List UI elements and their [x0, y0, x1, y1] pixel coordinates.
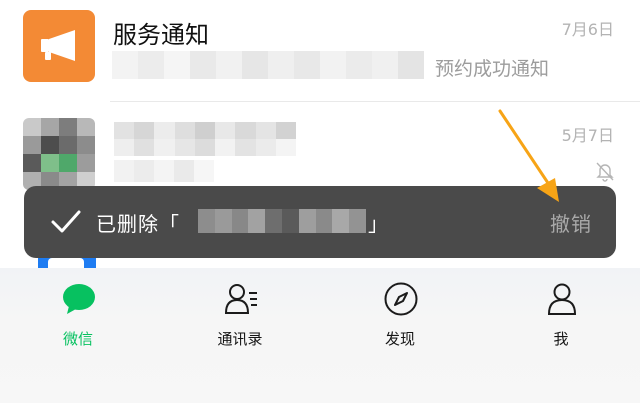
person-icon — [547, 283, 577, 315]
chat-row-service-notice[interactable]: 服务通知 7月6日 预约成功通知 — [0, 0, 640, 100]
undo-button[interactable]: 撤销 — [550, 208, 592, 237]
avatar — [23, 10, 95, 82]
tab-label: 通讯录 — [217, 330, 263, 348]
compass-icon — [384, 282, 418, 316]
tab-discover[interactable]: 发现 — [345, 282, 455, 352]
checkmark-icon — [51, 210, 81, 233]
tab-label: 发现 — [384, 330, 415, 348]
blurred-chat-name — [198, 209, 366, 233]
chat-title: 服务通知 — [113, 21, 209, 49]
chat-preview: 预约成功通知 — [435, 58, 550, 80]
chat-date: 7月6日 — [561, 20, 614, 39]
toast-message-end: 」 — [368, 212, 388, 236]
blurred-preview — [114, 160, 214, 182]
toast-message: 已删除「 — [96, 212, 180, 236]
tab-label: 微信 — [62, 330, 93, 348]
blurred-title — [114, 122, 296, 156]
tab-me[interactable]: 我 — [506, 282, 616, 352]
chat-bubble-icon — [63, 284, 95, 314]
divider — [110, 101, 640, 102]
tab-label: 我 — [553, 330, 569, 348]
contacts-icon — [224, 284, 257, 314]
blurred-preview — [112, 51, 424, 79]
tab-contacts[interactable]: 通讯录 — [185, 282, 295, 352]
tab-chats[interactable]: 微信 — [23, 282, 133, 352]
annotation-arrow — [498, 109, 559, 202]
bottom-tab-bar: 微信 通讯录 发现 我 — [0, 268, 640, 403]
bell-off-icon — [596, 162, 614, 182]
megaphone-icon — [41, 30, 75, 61]
avatar — [23, 118, 95, 190]
chat-date: 5月7日 — [561, 126, 614, 145]
